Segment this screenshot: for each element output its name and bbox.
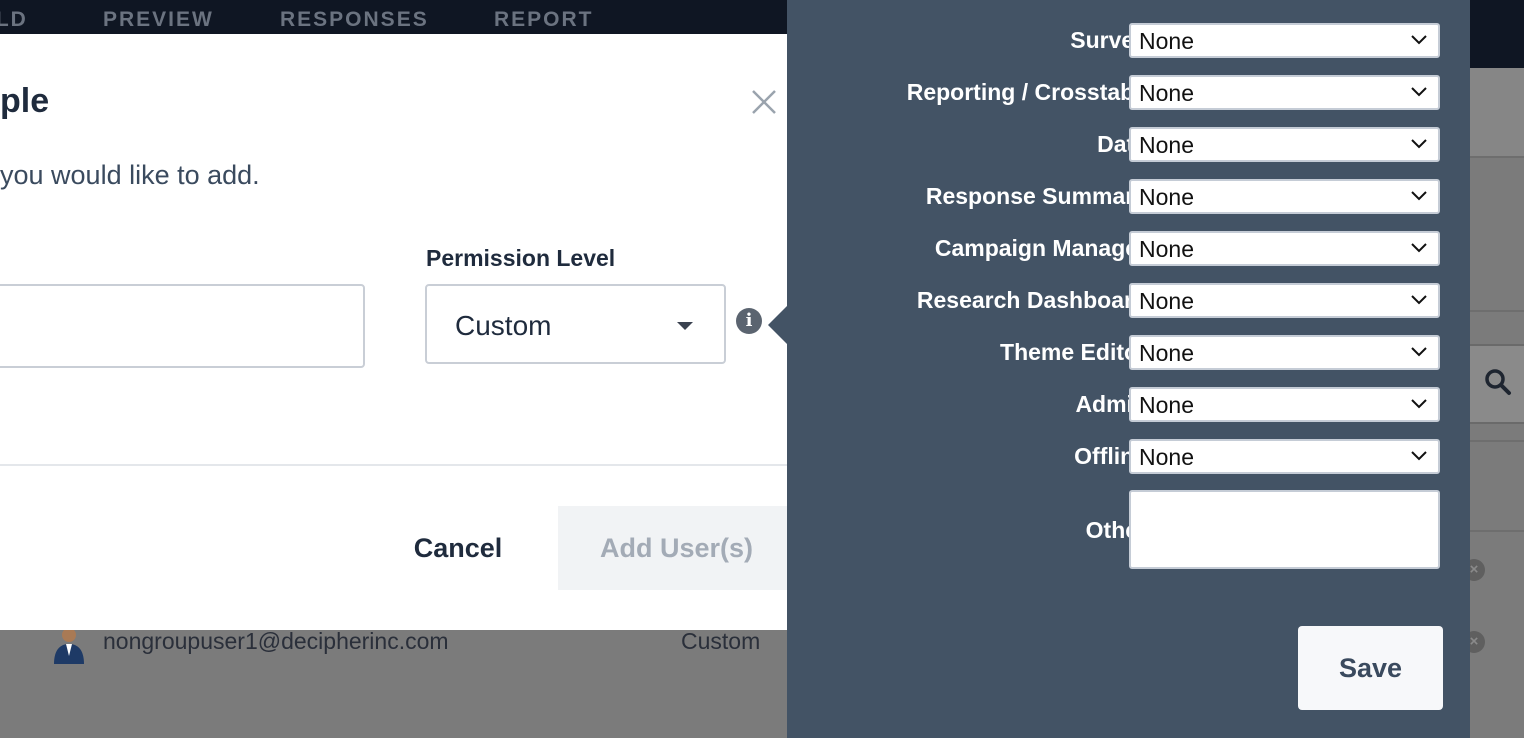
chevron-down-icon (1411, 451, 1427, 461)
nav-tab-responses[interactable]: RESPONSES (280, 8, 429, 32)
chevron-down-icon (1411, 87, 1427, 97)
permission-select-campaign-manager[interactable]: None (1129, 231, 1440, 266)
chevron-down-icon (1411, 243, 1427, 253)
modal-instruction: you would like to add. (0, 160, 260, 190)
chevron-down-icon (1411, 399, 1427, 409)
permission-select-value: None (1139, 132, 1194, 158)
user-avatar-icon (54, 628, 84, 664)
chevron-down-icon (1411, 191, 1427, 201)
save-button[interactable]: Save (1298, 626, 1443, 710)
permission-select-reporting[interactable]: None (1129, 75, 1440, 110)
permission-select-value: None (1139, 340, 1194, 366)
permission-select-value: None (1139, 392, 1194, 418)
background-header-strip (1470, 68, 1524, 156)
permission-label-campaign-manager: Campaign Manager (934, 235, 1147, 261)
permission-select-value: None (1139, 28, 1194, 54)
permission-select-response-summary[interactable]: None (1129, 179, 1440, 214)
permission-select-value: None (1139, 288, 1194, 314)
info-icon[interactable]: i (736, 308, 762, 334)
permission-label-research-dashboard: Research Dashboard (916, 287, 1147, 313)
search-icon[interactable] (1484, 368, 1512, 396)
cancel-button[interactable]: Cancel (398, 506, 518, 590)
chevron-down-icon (1411, 139, 1427, 149)
background-divider (1470, 156, 1524, 158)
permission-level-value: Custom (455, 310, 552, 341)
background-row (1470, 440, 1524, 532)
chevron-down-icon (1411, 295, 1427, 305)
background-divider (1470, 310, 1524, 312)
chevron-down-icon (1411, 35, 1427, 45)
other-permission-textarea[interactable] (1129, 490, 1440, 569)
permission-label-response-summary: Response Summary (925, 183, 1147, 209)
user-email-input[interactable] (0, 284, 365, 368)
permission-select-theme-editor[interactable]: None (1129, 335, 1440, 370)
nav-tab-build[interactable]: ILD (0, 8, 28, 32)
permission-select-admin[interactable]: None (1129, 387, 1440, 422)
permission-level-select[interactable]: Custom (425, 284, 726, 364)
permission-select-value: None (1139, 236, 1194, 262)
background-user-email: nongroupuser1@decipherinc.com (103, 628, 449, 654)
permission-select-data[interactable]: None (1129, 127, 1440, 162)
caret-down-icon (677, 322, 693, 330)
popover-arrow (768, 306, 787, 344)
add-users-button[interactable]: Add User(s) (558, 506, 787, 590)
modal-divider (0, 464, 787, 466)
permission-label-reporting: Reporting / Crosstabs (906, 79, 1147, 105)
permission-label-theme-editor: Theme Editor (1000, 339, 1147, 365)
permission-select-offline[interactable]: None (1129, 439, 1440, 474)
chevron-down-icon (1411, 347, 1427, 357)
permission-select-research-dashboard[interactable]: None (1129, 283, 1440, 318)
permission-select-survey[interactable]: None (1129, 23, 1440, 58)
permission-level-label: Permission Level (426, 245, 616, 271)
permission-select-value: None (1139, 184, 1194, 210)
background-user-permission: Custom (681, 628, 761, 654)
nav-tab-preview[interactable]: PREVIEW (103, 8, 214, 32)
close-icon[interactable] (748, 86, 780, 118)
modal-title: ple (0, 82, 50, 120)
nav-tab-report[interactable]: REPORT (494, 8, 594, 32)
permission-select-value: None (1139, 444, 1194, 470)
permission-select-value: None (1139, 80, 1194, 106)
